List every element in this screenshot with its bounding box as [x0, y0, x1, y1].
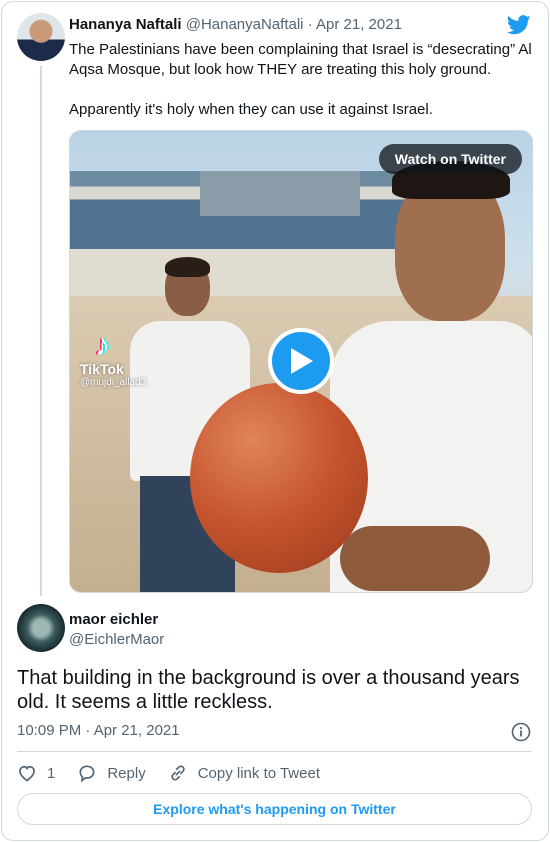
- tweet-video[interactable]: ♪ TikTok @mujdi_allad3 Watch on Twitter: [69, 130, 533, 593]
- parent-tweet-paragraph-1: The Palestinians have been complaining t…: [69, 41, 532, 78]
- tiktok-watermark-label: TikTok: [80, 361, 124, 377]
- watch-on-twitter-button[interactable]: Watch on Twitter: [378, 144, 522, 174]
- thread-connector-line: [40, 66, 42, 596]
- reply-author-handle[interactable]: @EichlerMaor: [69, 631, 164, 648]
- twitter-bird-icon[interactable]: [507, 15, 531, 35]
- play-icon: [291, 348, 313, 374]
- header-separator: ·: [307, 16, 313, 33]
- video-hand: [340, 526, 490, 591]
- reply-timestamp[interactable]: 10:09 PM · Apr 21, 2021: [17, 722, 180, 739]
- copy-link-label: Copy link to Tweet: [197, 764, 320, 782]
- tiktok-watermark: ♪ TikTok @mujdi_allad3: [80, 329, 170, 389]
- reply-bubble-icon: [79, 765, 95, 783]
- author-name[interactable]: Hananya Naftali: [69, 16, 182, 33]
- like-count: 1: [47, 764, 56, 782]
- heart-icon: [19, 765, 35, 782]
- author-handle[interactable]: @HananyaNaftali: [186, 16, 304, 33]
- like-button[interactable]: 1: [17, 763, 55, 783]
- reply-author-avatar[interactable]: [17, 604, 65, 652]
- parent-tweet-text: The Palestinians have been complaining t…: [69, 40, 539, 120]
- play-button[interactable]: [268, 328, 334, 394]
- tiktok-logo-icon: ♪: [95, 329, 110, 362]
- author-avatar[interactable]: [17, 13, 65, 61]
- link-icon: [171, 765, 185, 781]
- reply-button[interactable]: Reply: [77, 763, 146, 783]
- actions-divider: [17, 751, 532, 752]
- reply-tweet-text: That building in the background is over …: [17, 667, 520, 713]
- parent-tweet-header: Hananya Naftali @HananyaNaftali · Apr 21…: [69, 16, 402, 33]
- tweet-date[interactable]: Apr 21, 2021: [316, 16, 402, 33]
- tiktok-watermark-user: @mujdi_allad3: [80, 377, 147, 388]
- reply-label: Reply: [107, 764, 146, 782]
- reply-author-name[interactable]: maor eichler: [69, 611, 158, 628]
- copy-link-button[interactable]: Copy link to Tweet: [168, 763, 320, 783]
- parent-tweet-paragraph-2: Apparently it's holy when they can use i…: [69, 101, 433, 118]
- info-icon[interactable]: [511, 722, 531, 742]
- explore-twitter-button[interactable]: Explore what's happening on Twitter: [17, 793, 532, 825]
- tweet-actions: 1 Reply Copy link to Tweet: [17, 762, 320, 784]
- video-ball: [190, 383, 368, 573]
